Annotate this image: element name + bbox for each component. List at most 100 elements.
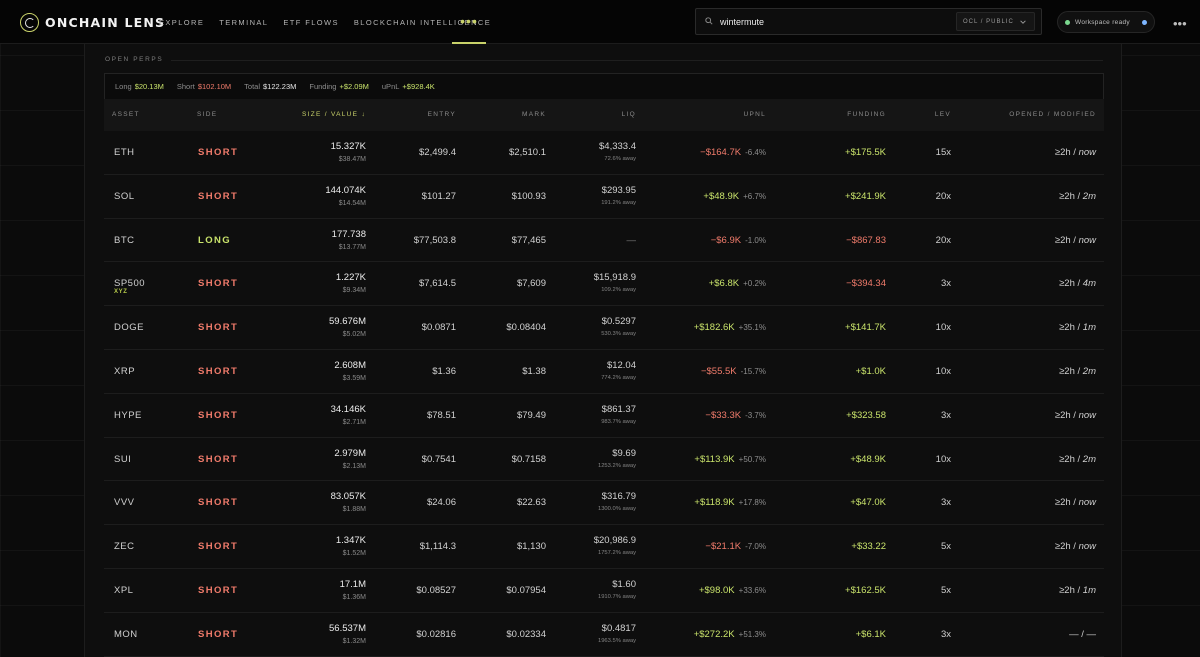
position-size: 1.347K: [335, 535, 366, 547]
liquidation-price: $4,333.4: [599, 141, 636, 152]
mark-price: $1.38: [522, 365, 546, 377]
position-size: 177.738: [331, 228, 366, 240]
unrealized-pnl: +$118.9K +17.8%: [694, 497, 766, 509]
opened-modified: ≥2h / now: [1054, 497, 1096, 509]
column-entry[interactable]: ENTRY: [428, 111, 456, 118]
position-value: $1.52M: [342, 550, 366, 558]
search-input[interactable]: [720, 13, 940, 31]
table-row[interactable]: XRP SHORT 2.608M $3.59M $1.36 $1.38 $12.04 774.…: [104, 349, 1104, 394]
column-upnl[interactable]: UPNL: [743, 111, 766, 118]
entry-price: $2,499.4: [419, 147, 456, 158]
unrealized-pnl: −$55.5K -15.7%: [700, 365, 766, 377]
asset-symbol[interactable]: ETH: [114, 147, 135, 158]
position-value: $38.47M: [338, 156, 366, 163]
asset-symbol[interactable]: SOL: [114, 191, 135, 202]
asset-symbol[interactable]: HYPE: [114, 410, 142, 421]
liquidation-distance: 1963.5% away: [597, 637, 636, 644]
unrealized-pnl-percent: +50.7%: [738, 454, 766, 464]
entry-price: $78.51: [426, 409, 456, 421]
scope-dropdown[interactable]: OCL / PUBLIC: [956, 12, 1035, 31]
asset-symbol[interactable]: MON: [114, 629, 138, 640]
table-row[interactable]: XPL SHORT 17.1M $1.36M $0.08527 $0.07954 $1.60…: [104, 568, 1104, 613]
workspace-status[interactable]: Workspace ready: [1057, 11, 1155, 33]
nav-more-button[interactable]: •••: [452, 0, 486, 44]
asset-symbol[interactable]: XRP: [114, 366, 135, 377]
liquidation-price: $15,918.9: [593, 272, 636, 284]
unrealized-pnl: −$33.3K -3.7%: [705, 409, 766, 421]
side-label: SHORT: [198, 584, 239, 596]
asset-symbol[interactable]: BTC: [114, 235, 135, 246]
mark-price: $1,130: [516, 541, 546, 553]
column-size-value[interactable]: SIZE / VALUE ↓: [302, 111, 366, 118]
liquidation-price: $293.95: [601, 184, 636, 196]
workspace-status-label: Workspace ready: [1075, 18, 1130, 26]
asset-symbol[interactable]: XPL: [114, 585, 133, 596]
column-liq[interactable]: LIQ: [622, 111, 636, 118]
column-opened-modified[interactable]: OPENED / MODIFIED: [1009, 111, 1096, 118]
liquidation-price: $861.37: [601, 403, 636, 415]
asset-symbol[interactable]: ZEC: [114, 541, 135, 552]
table-row[interactable]: HYPE SHORT 34.146K $2.71M $78.51 $79.49 $861.3…: [104, 393, 1104, 438]
column-lev[interactable]: LEV: [935, 111, 951, 118]
table-row[interactable]: ETH SHORT 15.327K $38.47M $2,499.4 $2,510.1 $4…: [104, 131, 1104, 175]
mark-price: $0.08404: [506, 322, 546, 334]
mark-price: $100.93: [511, 190, 546, 202]
leverage: 3x: [940, 628, 951, 640]
column-mark[interactable]: MARK: [522, 111, 546, 118]
leverage: 3x: [940, 409, 951, 421]
more-dots-icon: •••: [1173, 16, 1187, 31]
liquidation-price: $12.04: [606, 359, 636, 371]
table-row[interactable]: SUI SHORT 2.979M $2.13M $0.7541 $0.7158 $9.69 1…: [104, 437, 1104, 482]
column-side[interactable]: SIDE: [197, 111, 217, 118]
table-row[interactable]: SOL SHORT 144.074K $14.54M $101.27 $100.93 $29…: [104, 174, 1104, 219]
position-value: $1.36M: [342, 593, 366, 601]
leverage: 3x: [940, 278, 951, 290]
table-row[interactable]: DOGE SHORT 59.676M $5.02M $0.0871 $0.08404 $0.…: [104, 306, 1104, 350]
mark-price: $0.02334: [506, 628, 546, 640]
position-size: 2.608M: [334, 359, 366, 371]
liquidation-distance: 1910.7% away: [597, 593, 636, 600]
liquidation-distance: 774.2% away: [601, 374, 636, 381]
leverage: 20x: [935, 190, 951, 202]
asset-symbol[interactable]: VVV: [114, 497, 135, 508]
table-row[interactable]: ZEC SHORT 1.347K $1.52M $1,114.3 $1,130 $20,98…: [104, 525, 1104, 569]
opened-modified: ≥2h / 2m: [1059, 365, 1096, 377]
table-row[interactable]: BTC LONG 177.738 $13.77M $77,503.8 $77,465 — −$…: [104, 218, 1104, 263]
entry-price: $0.7541: [421, 453, 456, 465]
side-label: SHORT: [198, 322, 239, 334]
entry-price: $1,114.3: [419, 541, 456, 553]
section-title: OPEN PERPS: [105, 56, 164, 63]
nav-item-terminal[interactable]: Terminal: [219, 18, 268, 27]
scope-label: OCL / PUBLIC: [963, 18, 1014, 25]
nav-item-etf-flows[interactable]: ETF Flows: [283, 18, 339, 27]
table-row[interactable]: VVV SHORT 83.057K $1.88M $24.06 $22.63 $316.79…: [104, 481, 1104, 526]
opened-modified: ≥2h / now: [1054, 147, 1096, 158]
asset-symbol[interactable]: DOGE: [114, 322, 144, 333]
opened-modified: ≥2h / 2m: [1059, 453, 1096, 465]
funding-amount: +$1.0K: [855, 365, 886, 377]
side-label: SHORT: [198, 147, 239, 158]
mark-price: $22.63: [516, 497, 546, 509]
side-label: SHORT: [198, 409, 239, 421]
brand-logo[interactable]: ONCHAIN LENS: [20, 12, 165, 32]
summary-funding: Funding +$2.09M: [309, 82, 369, 91]
summary-total: Total $122.23M: [244, 82, 297, 91]
liquidation-price: —: [626, 234, 637, 246]
unrealized-pnl-percent: -7.0%: [745, 542, 766, 552]
asset-symbol[interactable]: SP500: [114, 278, 145, 289]
table-row[interactable]: MON SHORT 56.537M $1.32M $0.02816 $0.02334 $0.…: [104, 612, 1104, 657]
mark-price: $0.7158: [511, 453, 546, 465]
asset-symbol[interactable]: SUI: [114, 454, 131, 465]
nav-item-explore[interactable]: Explore: [159, 18, 204, 27]
entry-price: $24.06: [426, 497, 456, 509]
liquidation-distance: 530.3% away: [601, 331, 636, 338]
liquidation-price: $9.69: [612, 447, 636, 459]
funding-amount: +$162.5K: [845, 584, 886, 596]
unrealized-pnl: +$113.9K +50.7%: [694, 453, 766, 465]
funding-amount: +$33.22: [851, 541, 886, 553]
column-asset[interactable]: ASSET: [112, 111, 140, 118]
mark-price: $7,609: [516, 278, 546, 290]
column-funding[interactable]: FUNDING: [847, 111, 886, 118]
overflow-menu-button[interactable]: •••: [1173, 16, 1187, 31]
table-row[interactable]: SP500 XYZ SHORT 1.227K $9.34M $7,614.5 $7,609 $…: [104, 262, 1104, 307]
